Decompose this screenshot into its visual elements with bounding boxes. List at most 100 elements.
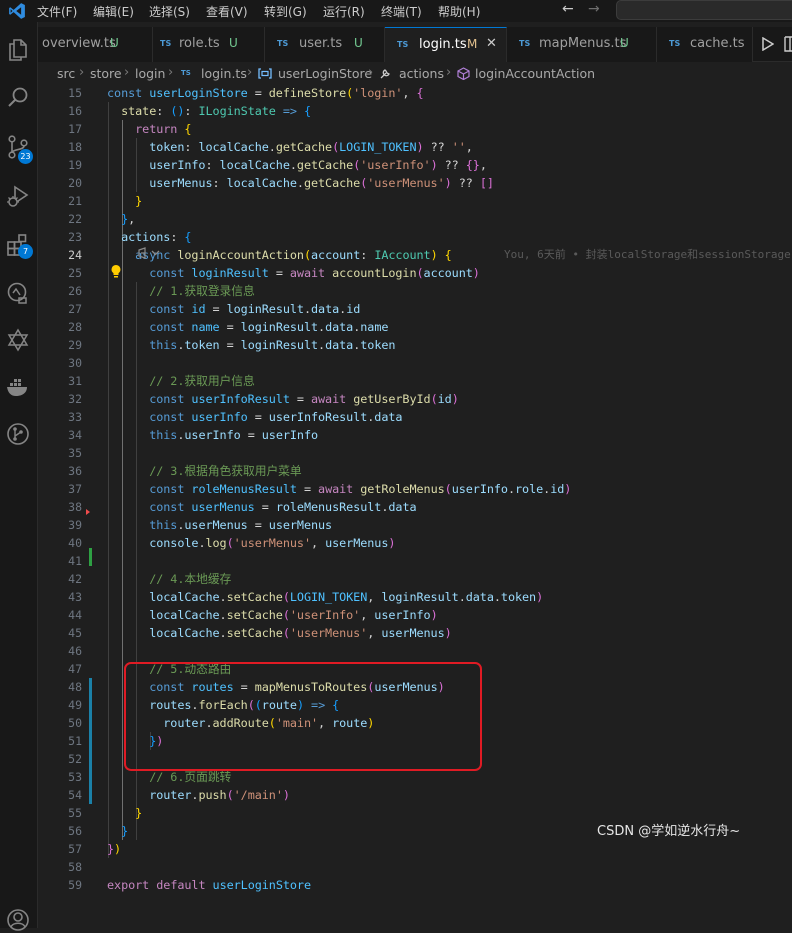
breadcrumb-actions[interactable]: actions <box>399 66 444 81</box>
menu-edit[interactable]: 编辑(E) <box>93 3 134 20</box>
code-line[interactable]: 44 localCache.setCache('userInfo', userI… <box>38 606 792 624</box>
typescript-file-icon: TS <box>277 39 289 48</box>
code-line[interactable]: 28 const name = loginResult.data.name <box>38 318 792 336</box>
play-icon[interactable] <box>762 37 774 51</box>
code-line[interactable]: 33 const userInfo = userInfoResult.data <box>38 408 792 426</box>
gitlens-icon[interactable] <box>5 327 31 353</box>
menu-run[interactable]: 运行(R) <box>323 3 365 20</box>
menu-help[interactable]: 帮助(H) <box>438 3 480 20</box>
code-line[interactable]: 40 console.log('userMenus', userMenus) <box>38 534 792 552</box>
menu-go[interactable]: 转到(G) <box>264 3 307 20</box>
code-line[interactable]: 43 localCache.setCache(LOGIN_TOKEN, logi… <box>38 588 792 606</box>
tab-role[interactable]: TS role.ts U <box>153 27 265 62</box>
code-line[interactable]: 15 const userLoginStore = defineStore('lo… <box>38 84 792 102</box>
code-line[interactable]: 16 state: (): ILoginState => { <box>38 102 792 120</box>
close-icon[interactable]: ✕ <box>486 36 497 51</box>
code-line[interactable]: 41 <box>38 552 792 570</box>
code-text: const id = loginResult.data.id <box>149 302 361 316</box>
code-text: // 4.本地缓存 <box>149 572 232 586</box>
tab-status: M <box>467 37 478 51</box>
code-line[interactable]: 45 localCache.setCache('userMenus', user… <box>38 624 792 642</box>
lightbulb-icon[interactable] <box>110 264 122 278</box>
line-number: 15 <box>68 86 82 100</box>
code-line[interactable]: 36 // 3.根据角色获取用户菜单 <box>38 462 792 480</box>
code-line[interactable]: 23 actions: { <box>38 228 792 246</box>
extensions-badge: 7 <box>18 244 33 259</box>
explorer-files-icon[interactable] <box>5 36 31 62</box>
code-line[interactable]: 42 // 4.本地缓存 <box>38 570 792 588</box>
git-graph-icon[interactable] <box>5 421 31 447</box>
tab-user[interactable]: TS user.ts U <box>265 27 385 62</box>
run-debug-icon[interactable] <box>5 183 31 209</box>
code-line[interactable]: 39 this.userMenus = userMenus <box>38 516 792 534</box>
code-line[interactable]: 38 const userMenus = roleMenusResult.dat… <box>38 498 792 516</box>
breadcrumb-login[interactable]: login <box>135 66 165 81</box>
line-number: 47 <box>68 662 82 676</box>
code-line[interactable]: 18 token: localCache.getCache(LOGIN_TOKE… <box>38 138 792 156</box>
code-line[interactable]: 27 const id = loginResult.data.id <box>38 300 792 318</box>
arrow-left-icon[interactable]: ← <box>562 1 574 17</box>
sticky-scroll-fold-icon[interactable] <box>137 245 161 261</box>
menu-terminal[interactable]: 终端(T) <box>381 3 422 20</box>
code-line[interactable]: 25 const loginResult = await accountLogi… <box>38 264 792 282</box>
code-line[interactable]: 58 <box>38 858 792 876</box>
code-line[interactable]: 31 // 2.获取用户信息 <box>38 372 792 390</box>
code-text: localCache.setCache(LOGIN_TOKEN, loginRe… <box>149 590 544 604</box>
menu-selection[interactable]: 选择(S) <box>149 3 190 20</box>
code-line[interactable]: 59 export default userLoginStore <box>38 876 792 894</box>
code-line[interactable]: 32 const userInfoResult = await getUserB… <box>38 390 792 408</box>
remote-explorer-icon[interactable] <box>5 280 31 306</box>
line-number: 51 <box>68 734 82 748</box>
code-line[interactable]: 37 const roleMenusResult = await getRole… <box>38 480 792 498</box>
code-line[interactable]: 57}) <box>38 840 792 858</box>
code-text: export default userLoginStore <box>107 878 311 892</box>
breadcrumb-store[interactable]: store <box>90 66 122 81</box>
code-line[interactable]: 17 return { <box>38 120 792 138</box>
arrow-right-icon[interactable]: → <box>588 1 600 17</box>
code-line[interactable]: 35 <box>38 444 792 462</box>
tab-cache[interactable]: TS cache.ts <box>657 27 753 62</box>
breadcrumb-store-variable[interactable]: userLoginStore <box>278 66 372 81</box>
account-icon[interactable] <box>5 907 31 933</box>
menu-view[interactable]: 查看(V) <box>206 3 248 20</box>
code-line[interactable]: 34 this.userInfo = userInfo <box>38 426 792 444</box>
code-line[interactable]: 46 <box>38 642 792 660</box>
line-number: 46 <box>68 644 82 658</box>
code-line[interactable]: 30 <box>38 354 792 372</box>
line-number: 41 <box>68 554 82 568</box>
typescript-file-icon: TS <box>181 69 191 77</box>
tab-login[interactable]: TS login.ts M ✕ <box>385 27 507 62</box>
chevron-right-icon: › <box>247 65 253 80</box>
code-text: this.userInfo = userInfo <box>149 428 319 442</box>
tab-label: overview.ts <box>42 36 116 51</box>
code-line[interactable]: 21 } <box>38 192 792 210</box>
title-bar: 文件(F) 编辑(E) 选择(S) 查看(V) 转到(G) 运行(R) 终端(T… <box>0 0 792 22</box>
tab-mapmenus[interactable]: TS mapMenus.ts U <box>507 27 657 62</box>
breadcrumb-src[interactable]: src <box>57 66 75 81</box>
code-line[interactable]: 29 this.token = loginResult.data.token <box>38 336 792 354</box>
docker-icon[interactable] <box>5 374 31 400</box>
code-line[interactable]: 26 // 1.获取登录信息 <box>38 282 792 300</box>
line-number: 53 <box>68 770 82 784</box>
menu-file[interactable]: 文件(F) <box>37 3 77 20</box>
breadcrumb-method[interactable]: loginAccountAction <box>475 66 595 81</box>
code-editor[interactable]: 15 const userLoginStore = defineStore('lo… <box>38 84 792 928</box>
code-text: console.log('userMenus', userMenus) <box>149 536 396 550</box>
code-line[interactable]: 54 router.push('/main') <box>38 786 792 804</box>
activity-bar: 23 7 <box>0 22 38 931</box>
search-icon[interactable] <box>5 85 31 111</box>
command-center-search[interactable] <box>616 0 792 20</box>
typescript-file-icon: TS <box>519 39 531 48</box>
breadcrumb-file[interactable]: login.ts <box>201 66 247 81</box>
vscode-logo-icon[interactable] <box>8 2 26 20</box>
code-text: const userInfoResult = await getUserById… <box>149 392 459 406</box>
csdn-watermark: CSDN @学如逆水行舟~ <box>597 824 741 839</box>
code-line[interactable]: 19 userInfo: localCache.getCache('userIn… <box>38 156 792 174</box>
split-editor-icon[interactable] <box>784 36 792 52</box>
code-line[interactable]: 22 }, <box>38 210 792 228</box>
line-number: 25 <box>68 266 82 280</box>
tab-overview[interactable]: overview.ts U <box>38 27 153 62</box>
code-line[interactable]: 20 userMenus: localCache.getCache('userM… <box>38 174 792 192</box>
code-text: this.userMenus = userMenus <box>149 518 333 532</box>
line-number: 44 <box>68 608 82 622</box>
